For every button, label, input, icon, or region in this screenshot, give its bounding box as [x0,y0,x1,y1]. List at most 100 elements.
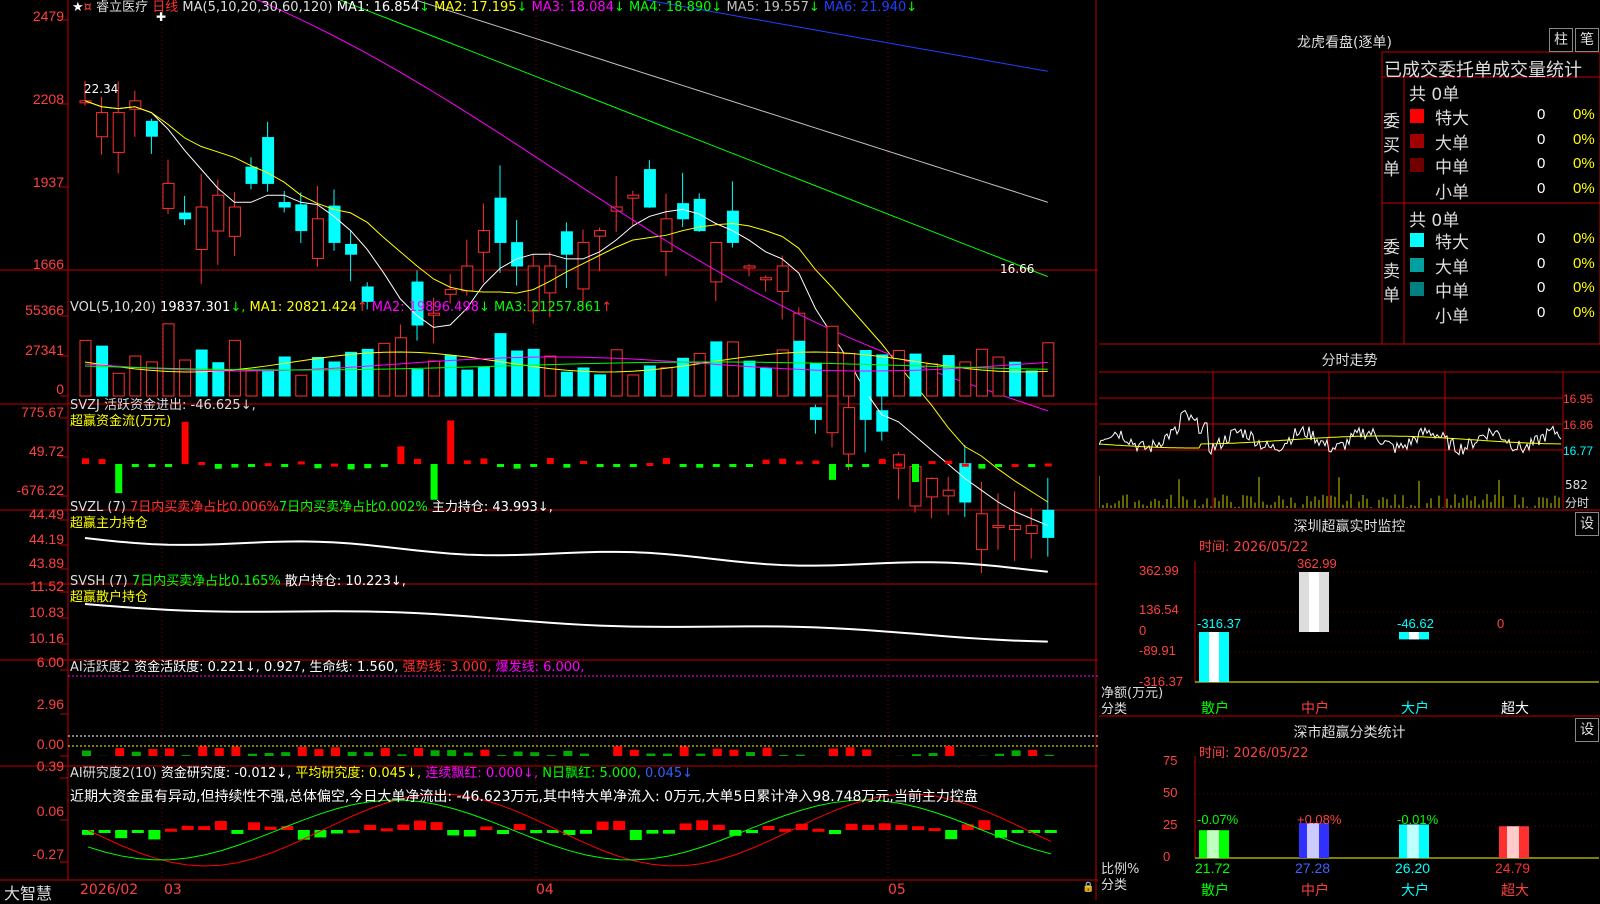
fund-flow-bar [314,464,321,468]
month-03: 03 [164,882,182,898]
sh-value-label: 27.28 [1295,860,1330,876]
lock-icon[interactable]: 🔒 [1082,882,1094,893]
candle [97,113,108,137]
fund-flow-bar [231,464,238,468]
candle [561,232,572,254]
research-bar [862,825,874,830]
volume-bar [993,357,1004,396]
research-bar [646,830,658,834]
sz-monitor-title: 深圳超赢实时监控 [1099,516,1600,536]
ma5-label: MA5: [722,0,763,15]
buy-label: 委买单 [1383,110,1403,182]
candle [346,244,357,254]
candle [229,207,240,236]
candle [678,204,689,219]
research-bar [945,830,957,839]
research-bar [265,827,277,830]
price-hi-label: 22.34 [84,82,118,96]
sz-category-label: 中户 [1301,698,1329,718]
chart-canvas[interactable] [0,0,1098,900]
sh-category-label: 超大 [1501,880,1529,900]
fund-flow-bar [812,461,819,464]
sh-settings-button[interactable]: 设 [1575,718,1599,742]
volume-bar [860,351,871,396]
research-bar [414,821,426,830]
fund-flow-bar [514,464,521,469]
fund-flow-bar [265,463,272,466]
sell-row-swatch-0 [1410,233,1424,247]
research-bar [215,821,227,830]
buy-row-percent: 0% [1573,155,1595,172]
activity-bar [580,754,589,756]
activity-bar [397,754,406,756]
svsh-b: 散户持仓: 10.223↓, [285,574,406,589]
volume-bar [130,356,141,396]
research-bar [829,830,841,834]
candle [927,478,938,496]
tick-mode-button[interactable]: 笔 [1575,28,1599,52]
fund-flow-bar [414,459,421,464]
volume-bar [528,349,539,396]
svzl-prefix: SVZL (7) [70,500,126,515]
ma3-label: MA3: [527,0,568,15]
candle [810,408,821,420]
volume-bar [263,370,274,396]
volume-bar [180,360,191,396]
activity-bar [198,746,207,756]
volume-bar [346,352,357,396]
sz-settings-button[interactable]: 设 [1575,512,1599,536]
fund-flow-bar [862,464,869,467]
activity-bar [630,750,639,756]
activity-bar [82,751,91,756]
main-chart-area[interactable]: ★¤ 睿立医疗 日线 MA(5,10,20,30,60,120) MA1: 16… [0,0,1098,900]
price-axis-label: 1937 [0,174,64,190]
sell-row-swatch-3 [1410,307,1424,321]
sz-value-label: -316.37 [1197,616,1241,631]
ai1-a: 资金活跃度: 0.221↓, [134,660,260,675]
volume-bar [545,356,556,396]
fund-flow-bar [796,461,803,464]
volume-bar [678,358,689,396]
ai2-analysis-text: 近期大资金虽有异动,但持续性不强,总体偏空,今日大单净流出: -46.623万元… [70,786,1096,806]
buy-total: 共 0单 [1409,80,1459,105]
activity-bar [431,750,440,756]
fund-flow-bar [879,459,886,464]
research-bar [846,824,858,830]
buy-row-name: 小单 [1435,178,1469,203]
volume-bar [445,356,456,396]
buy-row-volume: 0 [1537,155,1545,172]
bar-mode-button[interactable]: 柱 [1549,28,1573,52]
volume-bar [561,372,572,396]
candle [644,170,655,207]
fund-flow-bar [646,463,653,466]
brand-label[interactable]: 大智慧 [4,880,52,904]
research-bar [630,830,642,840]
volume-bar [429,361,440,396]
research-bar [929,828,941,831]
volume-bar [229,340,240,396]
activity-bar [530,752,539,756]
sh-value-label: 24.79 [1495,860,1530,876]
research-bar [165,829,177,832]
fund-flow-bar [563,464,570,468]
sz-axis-label: -316.37 [1139,674,1183,689]
volume-bar [943,356,954,396]
fund-flow-bar [82,458,89,464]
candle [976,514,987,550]
volume-bar [462,370,473,396]
activity-bar [215,748,224,756]
sh-axis-label: 75 [1163,753,1177,768]
stock-name[interactable]: 睿立医疗 [96,0,148,15]
activity-bar [165,748,174,756]
research-bar [231,830,243,834]
activity-bar [248,754,257,756]
retail-holding-line [85,604,1048,642]
sz-category-label: 超大 [1501,698,1529,718]
star-icon[interactable]: ★ [72,0,84,15]
research-bar [132,830,144,833]
candle [694,199,705,230]
fund-flow-bar [248,464,255,467]
vol-ma3-label: MA3: [490,300,531,315]
sz-category-label: 散户 [1201,698,1229,718]
svsh-axis-label: 11.52 [0,578,64,594]
